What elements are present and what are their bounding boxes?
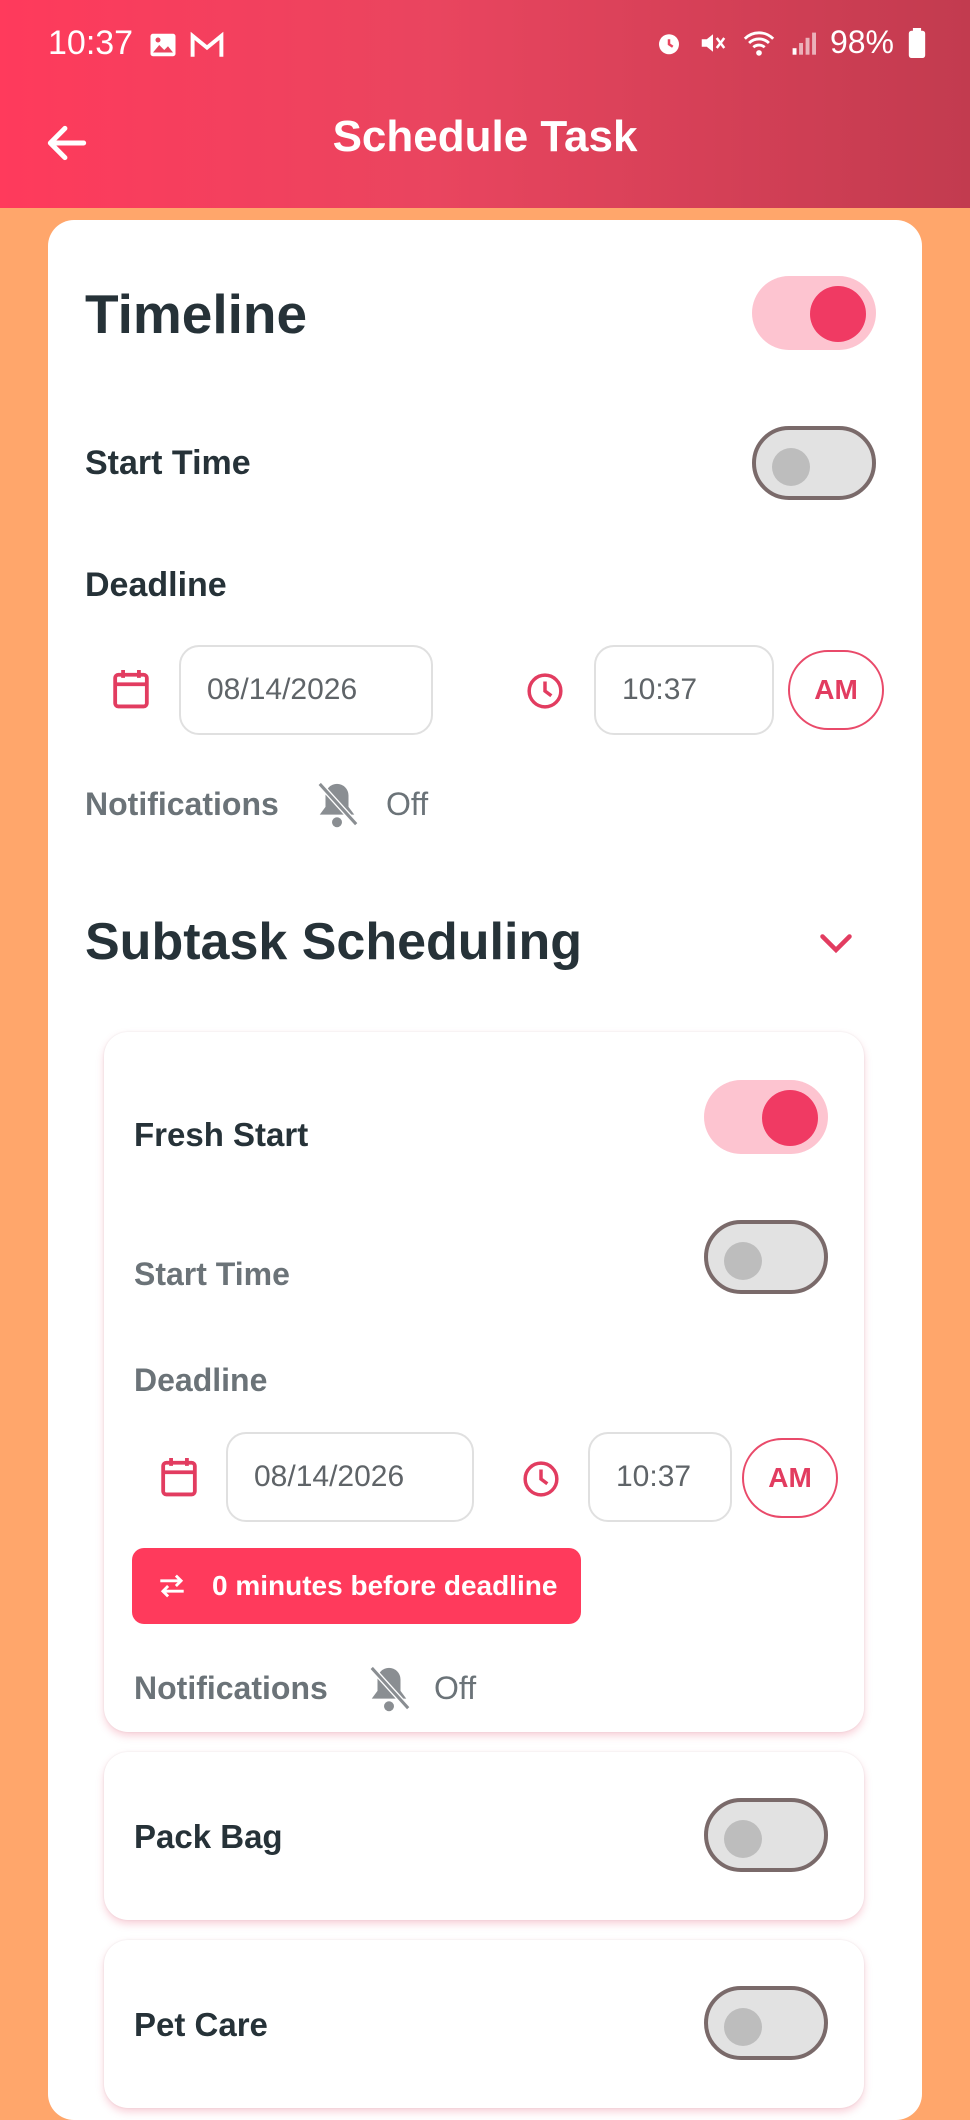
clock-button[interactable] bbox=[526, 672, 564, 710]
subtask-deadline-label: Deadline bbox=[134, 1362, 268, 1398]
clock-icon bbox=[527, 673, 563, 709]
ampm-toggle[interactable]: AM bbox=[788, 650, 884, 730]
bell-off-icon bbox=[369, 1665, 411, 1712]
toggle-knob bbox=[810, 286, 866, 342]
battery-percent: 98% bbox=[829, 24, 894, 60]
subtask-toggle[interactable] bbox=[704, 1986, 828, 2060]
mail-icon bbox=[190, 31, 224, 57]
swap-icon bbox=[160, 1574, 184, 1598]
deadline-date-field[interactable]: 08/14/2026 bbox=[179, 645, 433, 735]
subtask-toggle[interactable] bbox=[704, 1080, 828, 1154]
clock-icon bbox=[523, 1461, 559, 1497]
subtask-notifications-toggle[interactable] bbox=[366, 1664, 412, 1714]
deadline-label: Deadline bbox=[85, 566, 227, 604]
toggle-knob bbox=[762, 1090, 818, 1146]
calendar-icon bbox=[113, 670, 149, 709]
page-title: Schedule Task bbox=[332, 112, 638, 161]
app-bar: 10:37 98% Schedule Task bbox=[0, 0, 970, 208]
subtask-card-pet-care: Pet Care bbox=[104, 1940, 864, 2108]
subtask-notifications-value: Off bbox=[434, 1670, 477, 1706]
calendar-icon bbox=[161, 1458, 197, 1497]
start-time-toggle[interactable] bbox=[752, 426, 876, 500]
start-time-label: Start Time bbox=[85, 444, 251, 482]
subtask-card-fresh-start: Fresh Start Start Time Deadline 08/14/20… bbox=[104, 1032, 864, 1732]
subtask-card-pack-bag: Pack Bag bbox=[104, 1752, 864, 1920]
toggle-knob bbox=[772, 448, 810, 486]
bell-off-icon bbox=[317, 781, 359, 828]
timeline-toggle[interactable] bbox=[752, 276, 876, 350]
toggle-knob bbox=[724, 1820, 762, 1858]
deadline-offset-text: 0 minutes before deadline bbox=[212, 1570, 558, 1601]
notifications-value: Off bbox=[386, 786, 429, 822]
subtask-calendar-button[interactable] bbox=[160, 1456, 198, 1498]
subtask-name: Pet Care bbox=[134, 2006, 268, 2043]
wifi-icon bbox=[743, 30, 775, 56]
status-right: 98% bbox=[654, 24, 926, 61]
status-notification-icons bbox=[148, 30, 224, 60]
mute-icon bbox=[701, 33, 726, 52]
toggle-knob bbox=[724, 2008, 762, 2046]
timeline-card: Timeline Start Time Deadline 08/14/2026 … bbox=[48, 220, 922, 2120]
notifications-toggle[interactable] bbox=[314, 780, 360, 830]
status-time: 10:37 bbox=[48, 24, 134, 62]
subtask-ampm-toggle[interactable]: AM bbox=[742, 1438, 838, 1518]
subtask-name: Fresh Start bbox=[134, 1116, 309, 1153]
subtask-name: Pack Bag bbox=[134, 1818, 283, 1855]
gallery-icon bbox=[150, 33, 176, 57]
calendar-button[interactable] bbox=[112, 668, 150, 710]
subtask-notifications-label: Notifications bbox=[134, 1670, 328, 1706]
signal-icon bbox=[792, 32, 816, 55]
subtask-start-time-label: Start Time bbox=[134, 1256, 290, 1292]
subtask-clock-button[interactable] bbox=[522, 1460, 560, 1498]
subtask-date-field[interactable]: 08/14/2026 bbox=[226, 1432, 474, 1522]
battery-icon bbox=[908, 27, 926, 58]
subtask-collapse-button[interactable] bbox=[818, 932, 854, 956]
subtask-toggle[interactable] bbox=[704, 1798, 828, 1872]
subtask-scheduling-heading: Subtask Scheduling bbox=[85, 913, 582, 971]
subtask-start-time-toggle[interactable] bbox=[704, 1220, 828, 1294]
alarm-icon bbox=[658, 33, 679, 54]
deadline-offset-button[interactable]: 0 minutes before deadline bbox=[132, 1548, 582, 1624]
toggle-knob bbox=[724, 1242, 762, 1280]
notifications-label: Notifications bbox=[85, 786, 279, 822]
subtask-time-field[interactable]: 10:37 bbox=[588, 1432, 732, 1522]
deadline-time-field[interactable]: 10:37 bbox=[594, 645, 774, 735]
chevron-down-icon bbox=[820, 934, 852, 954]
timeline-heading: Timeline bbox=[85, 283, 308, 345]
